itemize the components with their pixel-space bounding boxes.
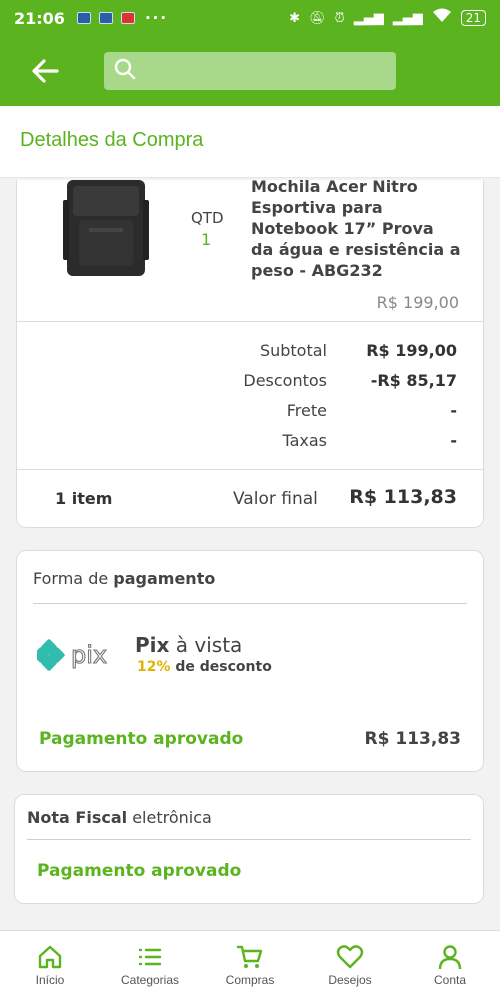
payment-method-rest: à vista: [169, 633, 243, 657]
signal-icon: ▂▄▆: [392, 10, 423, 26]
list-icon: [138, 948, 162, 966]
payment-method-name: Pix à vista: [135, 633, 242, 657]
summary-label: Frete: [286, 401, 327, 420]
summary-label: Subtotal: [259, 341, 327, 360]
page-header: Detalhes da Compra: [0, 106, 500, 178]
summary-row-discount: Descontos -R$ 85,17: [157, 371, 457, 390]
nav-item-desejos[interactable]: Desejos: [300, 931, 400, 1000]
more-notifications-icon: ···: [144, 9, 169, 27]
invoice-status: Pagamento aprovado: [37, 861, 242, 881]
signal-icon: ▂▄▆: [353, 10, 384, 26]
nav-item-inicio[interactable]: Início: [0, 931, 100, 1000]
payment-card: Forma de pagamento pix Pix à vista 12% d…: [16, 550, 484, 772]
quantity-label: QTD: [191, 209, 224, 227]
nav-item-categorias[interactable]: Categorias: [100, 931, 200, 1000]
divider: [17, 321, 483, 322]
divider: [33, 603, 467, 604]
nav-label: Conta: [433, 973, 467, 987]
payment-title-bold: pagamento: [113, 569, 216, 588]
search-input[interactable]: [144, 62, 384, 80]
payment-amount: R$ 113,83: [364, 729, 461, 749]
mute-icon: 🔕︎: [309, 10, 326, 26]
summary-row-subtotal: Subtotal R$ 199,00: [157, 341, 457, 360]
invoice-title: Nota Fiscal eletrônica: [27, 808, 212, 827]
cart-icon: [236, 945, 263, 968]
final-value-label: Valor final: [233, 489, 318, 509]
final-value: R$ 113,83: [349, 486, 457, 508]
app-bar: [0, 36, 500, 106]
search-bar[interactable]: [104, 52, 396, 90]
payment-title: Forma de pagamento: [33, 569, 215, 588]
nav-item-compras[interactable]: Compras: [200, 931, 300, 1000]
summary-value: -R$ 85,17: [370, 371, 457, 390]
app-notification-icon: [98, 12, 113, 24]
user-icon: [438, 945, 462, 970]
pix-logo-text: pix: [71, 641, 107, 669]
summary-row-shipping: Frete -: [157, 401, 457, 420]
bluetooth-icon: ✱: [289, 10, 301, 26]
discount-percent: 12%: [137, 659, 171, 675]
nav-label: Compras: [225, 973, 275, 987]
page-title: Detalhes da Compra: [20, 129, 204, 151]
search-icon: [114, 58, 136, 84]
bottom-nav: Início Categorias Compras Desejos Conta: [0, 930, 500, 1000]
payment-method-bold: Pix: [135, 633, 170, 657]
summary-value: R$ 199,00: [366, 341, 457, 360]
status-bar: 21:06 ··· ✱ 🔕︎ ⏰︎ ▂▄▆ ▂▄▆ 21: [0, 0, 500, 36]
invoice-title-bold: Nota Fiscal: [27, 808, 128, 827]
app-notification-icon: [120, 12, 135, 24]
quantity-value: 1: [201, 230, 212, 249]
nav-label: Categorias: [120, 973, 180, 987]
alarm-icon: ⏰︎: [334, 10, 345, 26]
back-arrow-icon[interactable]: [22, 48, 68, 94]
product-image[interactable]: [61, 180, 151, 280]
app-notification-icon: [76, 12, 91, 24]
items-count: 1 item: [55, 489, 113, 508]
nav-item-conta[interactable]: Conta: [400, 931, 500, 1000]
invoice-title-rest: eletrônica: [127, 808, 212, 827]
divider: [27, 839, 471, 840]
heart-icon: [336, 945, 364, 969]
nav-label: Início: [35, 973, 65, 987]
summary-value: -: [450, 401, 457, 420]
payment-title-prefix: Forma de: [33, 569, 114, 588]
summary-label: Descontos: [243, 371, 327, 390]
discount-text: de desconto: [170, 659, 272, 675]
product-price: R$ 199,00: [376, 293, 459, 312]
order-summary-card: QTD 1 Mochila Acer Nitro Esportiva para …: [16, 180, 484, 528]
system-icons: ✱ 🔕︎ ⏰︎ ▂▄▆ ▂▄▆ 21: [289, 8, 486, 28]
summary-value: -: [450, 431, 457, 450]
invoice-card: Nota Fiscal eletrônica Pagamento aprovad…: [14, 794, 484, 904]
status-time: 21:06: [14, 8, 65, 28]
product-name[interactable]: Mochila Acer Nitro Esportiva para Notebo…: [251, 180, 461, 281]
home-icon: [38, 945, 62, 969]
payment-status: Pagamento aprovado: [39, 729, 244, 749]
nav-label: Desejos: [328, 973, 372, 987]
summary-label: Taxas: [282, 431, 327, 450]
payment-discount: 12% de desconto: [137, 659, 272, 675]
notification-icons: [76, 12, 135, 24]
summary-row-taxes: Taxas -: [157, 431, 457, 450]
divider: [17, 469, 483, 470]
battery-icon: 21: [460, 10, 486, 26]
pix-logo-icon: pix: [33, 637, 133, 673]
wifi-icon: [432, 8, 452, 28]
